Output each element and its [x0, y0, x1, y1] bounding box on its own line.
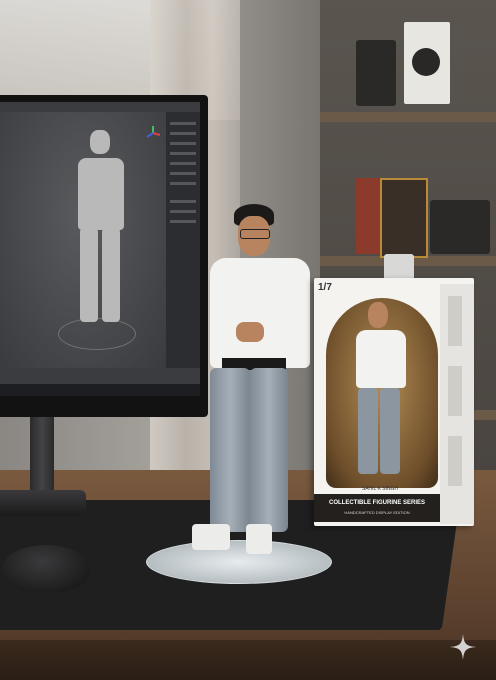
box-series-subtitle: HANDCRAFTED DISPLAY EDITION	[344, 510, 410, 515]
figurine-hands	[236, 322, 264, 342]
panel-row	[170, 172, 196, 175]
figurine-shoe-right	[246, 524, 272, 554]
panel-row	[170, 162, 196, 165]
model-leg-left	[80, 228, 98, 322]
taskbar	[0, 384, 200, 396]
box-figure-shirt	[356, 330, 406, 388]
box-figure-head	[368, 302, 388, 328]
speaker-icon	[412, 48, 440, 76]
shelf-box-dark	[356, 40, 396, 106]
glasses-icon	[240, 229, 270, 239]
panel-row	[170, 200, 196, 203]
box-side-figure	[448, 436, 462, 486]
box-figure-leg-left	[358, 388, 378, 474]
figurine-leg-left	[210, 368, 250, 532]
shelf-top	[320, 112, 496, 122]
panel-row	[170, 182, 196, 185]
figurine-shoe-left	[192, 524, 230, 550]
figurine-shirt	[210, 258, 310, 368]
gizmo-icon	[146, 126, 161, 140]
panel-row	[170, 122, 196, 125]
box-figure-leg-right	[380, 388, 400, 474]
panel-row	[170, 220, 196, 223]
model-head	[90, 130, 110, 154]
box-series-title: COLLECTIBLE FIGURINE SERIES	[328, 500, 425, 506]
figurine-leg-right	[250, 368, 288, 532]
desk-edge	[0, 640, 496, 680]
figurine-acrylic-base	[146, 540, 332, 584]
shelf-camera	[430, 200, 490, 254]
box-name-plate: SAHIL K SINGH	[361, 486, 399, 492]
box-side-figure	[448, 296, 462, 346]
panel-row	[170, 142, 196, 145]
monitor-stand-base	[0, 490, 86, 516]
monitor-stand-neck	[30, 416, 54, 494]
box-hang-tab	[384, 254, 414, 280]
shelf-book-red	[356, 178, 380, 254]
model-torso	[78, 158, 124, 230]
shelf-framed-item	[380, 178, 428, 258]
model-base-ring	[58, 318, 136, 350]
box-scale-label: 1/7	[318, 282, 332, 293]
panel-row	[170, 152, 196, 155]
computer-mouse	[2, 545, 90, 593]
box-side-figure	[448, 366, 462, 416]
panel-row	[170, 210, 196, 213]
sparkle-watermark-icon	[450, 634, 476, 660]
panel-row	[170, 132, 196, 135]
model-leg-right	[102, 228, 120, 322]
3d-software-side-panel	[166, 112, 200, 368]
box-title-band	[314, 494, 440, 522]
